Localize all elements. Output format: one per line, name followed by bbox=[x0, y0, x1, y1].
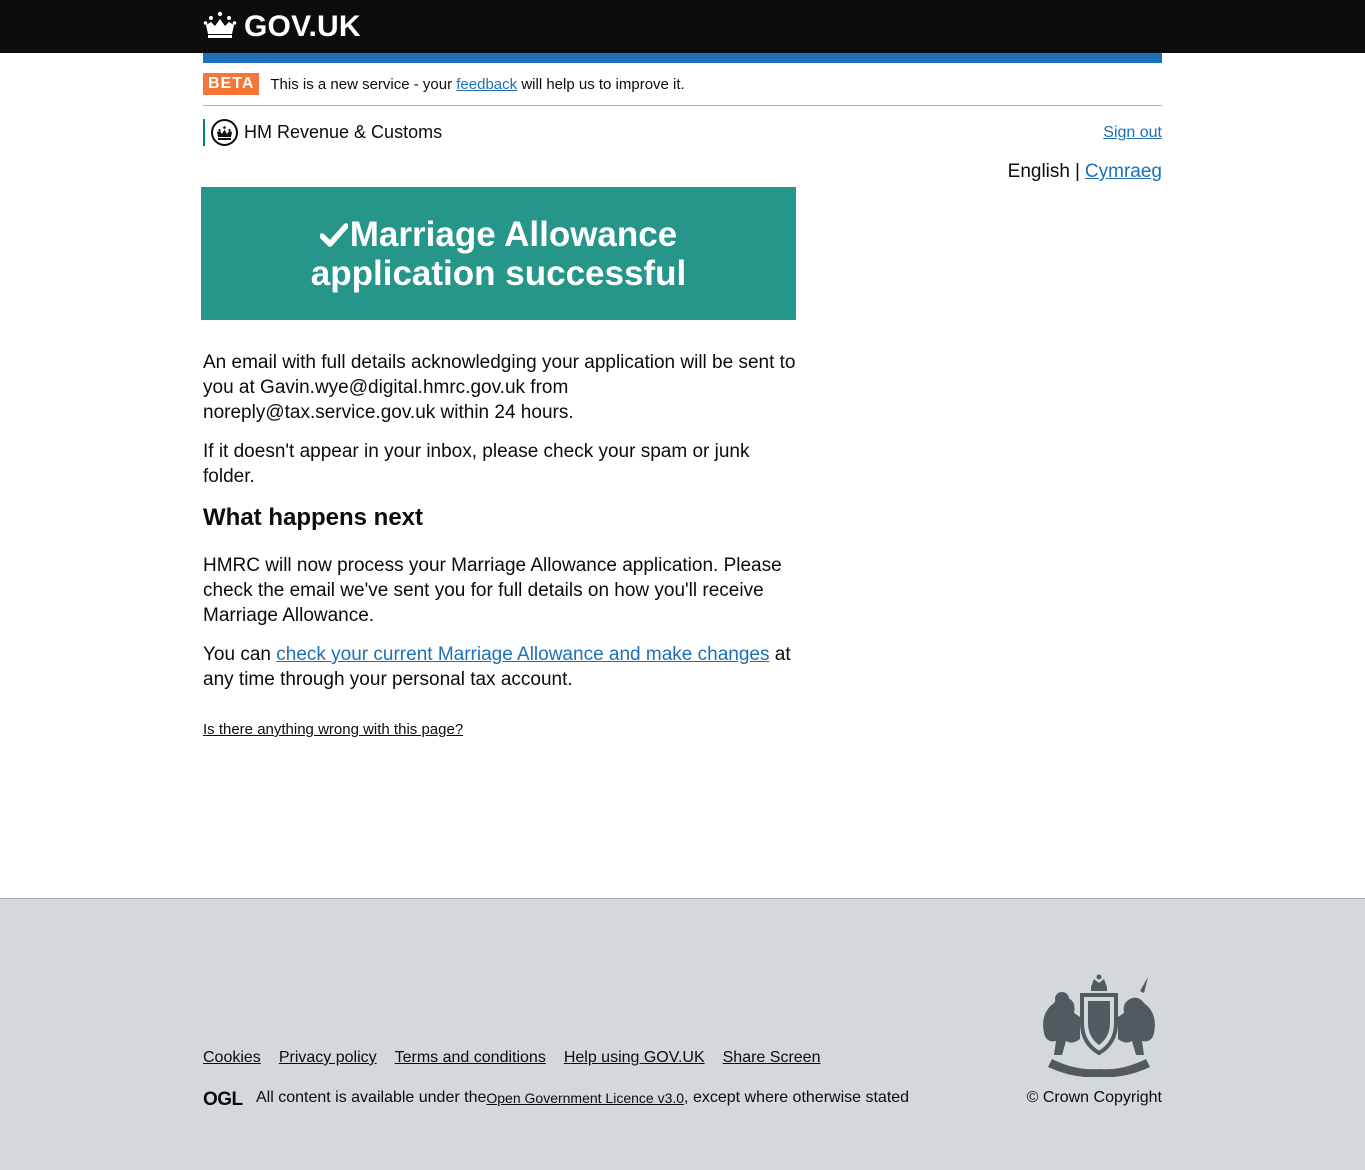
check-allowance-before: You can bbox=[203, 644, 277, 665]
royal-coat-of-arms-icon bbox=[1036, 973, 1162, 1078]
main-content: An email with full details acknowledging… bbox=[203, 350, 797, 706]
process-application-text: HMRC will now process your Marriage Allo… bbox=[203, 555, 782, 626]
header-blue-border bbox=[203, 53, 1162, 63]
phase-text-after: will help us to improve it. bbox=[517, 75, 685, 93]
language-toggle: English | Cymraeg bbox=[1008, 161, 1162, 183]
confirmation-panel: Marriage Allowance application successful bbox=[201, 187, 796, 320]
spam-folder-text: If it doesn't appear in your inbox, plea… bbox=[203, 441, 750, 487]
phase-banner-text: This is a new service - your feedback wi… bbox=[270, 76, 684, 93]
svg-text:OGL: OGL bbox=[203, 1089, 244, 1107]
govuk-logo-text: GOV.UK bbox=[244, 10, 361, 43]
report-problem-link[interactable]: Is there anything wrong with this page? bbox=[203, 721, 463, 738]
footer-link-terms[interactable]: Terms and conditions bbox=[395, 1049, 546, 1067]
licence-after: , except where otherwise stated bbox=[684, 1089, 910, 1106]
email-acknowledgement-text: An email with full details acknowledging… bbox=[203, 352, 796, 423]
crown-copyright: © Crown Copyright bbox=[1026, 1089, 1162, 1106]
sign-out-link[interactable]: Sign out bbox=[1103, 124, 1162, 142]
govuk-header: GOV.UK bbox=[0, 0, 1365, 53]
hmrc-organisation: HM Revenue & Customs bbox=[203, 119, 442, 146]
language-cymraeg-link[interactable]: Cymraeg bbox=[1085, 161, 1162, 182]
govuk-logo-link[interactable]: GOV.UK bbox=[203, 10, 361, 44]
feedback-link[interactable]: feedback bbox=[456, 76, 517, 93]
check-allowance-link[interactable]: check your current Marriage Allowance an… bbox=[276, 644, 769, 665]
what-happens-next-heading: What happens next bbox=[203, 504, 424, 531]
footer-link-privacy[interactable]: Privacy policy bbox=[279, 1049, 377, 1067]
ogl-logo-icon: OGL bbox=[203, 1089, 244, 1107]
department-name: HM Revenue & Customs bbox=[244, 122, 443, 142]
licence-link[interactable]: Open Government Licence v3.0 bbox=[486, 1090, 684, 1106]
tick-icon bbox=[319, 222, 348, 247]
language-current: English bbox=[1007, 161, 1070, 182]
footer-links: Cookies Privacy policy Terms and conditi… bbox=[203, 1049, 820, 1067]
licence-statement: OGL All content is available under the O… bbox=[203, 1089, 909, 1107]
confirmation-title-line1: Marriage Allowance bbox=[349, 214, 678, 254]
footer-link-cookies[interactable]: Cookies bbox=[203, 1049, 261, 1067]
footer-link-share-screen[interactable]: Share Screen bbox=[723, 1049, 821, 1067]
phase-text-before: This is a new service - your bbox=[270, 75, 457, 93]
phase-banner: BETA This is a new service - your feedba… bbox=[203, 63, 1162, 106]
beta-tag: BETA bbox=[203, 73, 260, 95]
language-separator: | bbox=[1074, 161, 1080, 182]
confirmation-title-line2: application successful bbox=[310, 253, 687, 293]
check-allowance-text: You can check your current Marriage Allo… bbox=[203, 642, 797, 692]
licence-before: All content is available under the bbox=[256, 1089, 487, 1106]
footer: Cookies Privacy policy Terms and conditi… bbox=[0, 898, 1365, 1170]
crown-icon bbox=[203, 11, 244, 44]
hmrc-crest-icon bbox=[211, 119, 238, 146]
confirmation-title: Marriage Allowance application successful bbox=[311, 215, 686, 293]
footer-link-help[interactable]: Help using GOV.UK bbox=[564, 1049, 705, 1067]
